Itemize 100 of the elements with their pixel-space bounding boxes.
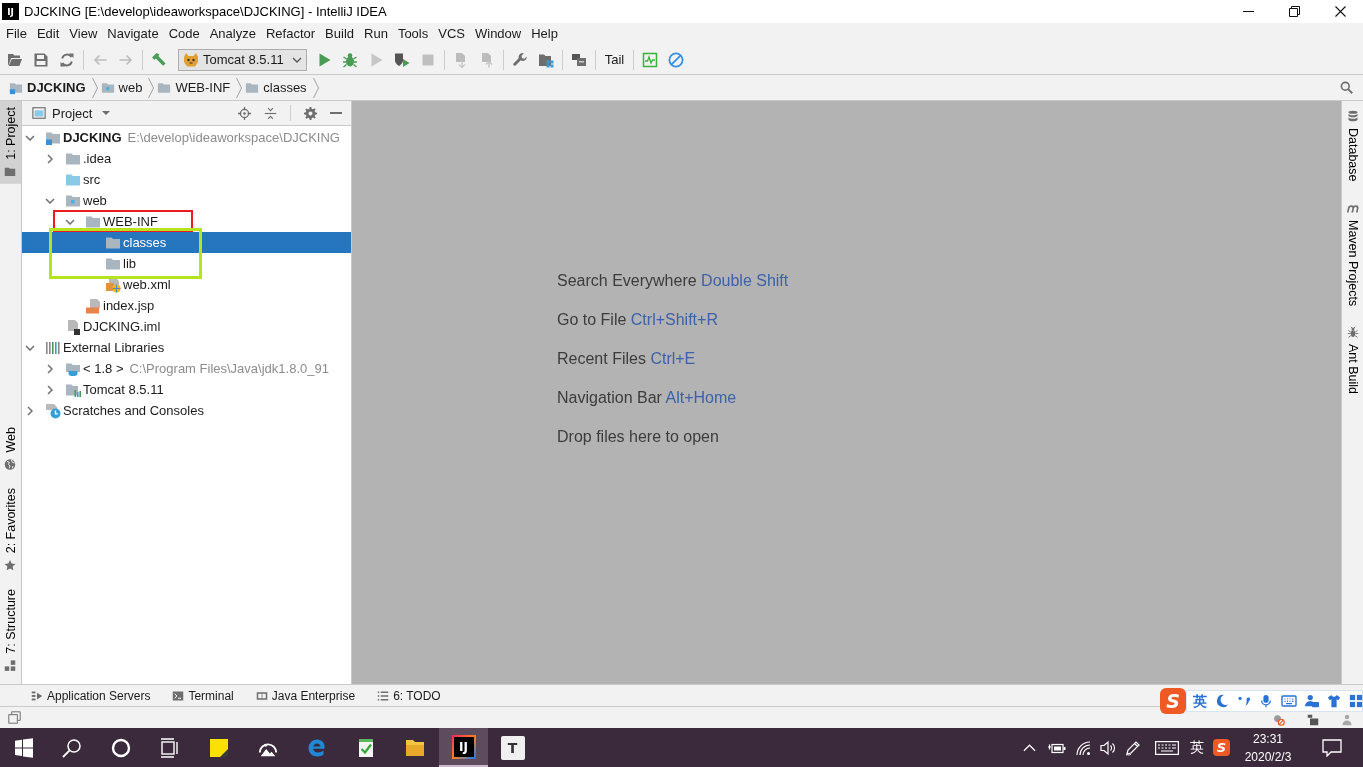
app-logo: IJ — [451, 734, 476, 759]
battery-icon[interactable] — [1048, 741, 1066, 754]
taskbar-app[interactable]: IJ — [439, 728, 488, 767]
tree-item[interactable]: classes — [22, 232, 351, 253]
chevron-right-icon — [236, 77, 243, 98]
menu-item[interactable]: Window — [469, 24, 527, 44]
hammer-icon — [151, 51, 167, 68]
minimize-icon — [1242, 11, 1254, 12]
jsp-file-icon — [85, 297, 101, 314]
folder-icon — [7, 51, 23, 68]
tool-window-tab[interactable]: 1: Project — [0, 101, 21, 184]
stacked-squares-icon[interactable] — [1307, 714, 1319, 726]
wifi-icon[interactable] — [1075, 739, 1091, 756]
pen-icon[interactable] — [1125, 739, 1141, 756]
tree-item[interactable]: src — [22, 169, 351, 190]
tool-window-tab[interactable]: Java Enterprise — [251, 686, 360, 705]
menu-item[interactable]: View — [64, 24, 103, 44]
taskbar-app[interactable]: T — [488, 728, 537, 767]
breadcrumb-item[interactable]: DJCKING — [9, 77, 98, 98]
microphone-icon[interactable] — [1259, 694, 1273, 708]
taskbar-clock[interactable]: 23:31 2020/2/3 — [1239, 729, 1297, 766]
menu-item[interactable]: Edit — [31, 24, 65, 44]
keyboard-icon[interactable] — [1155, 740, 1179, 755]
search-icon — [61, 737, 82, 758]
tree-item[interactable]: Tomcat 8.5.11 — [22, 379, 351, 400]
chevron-up-icon[interactable] — [1023, 743, 1036, 752]
tree-item[interactable]: index.jsp — [22, 295, 351, 316]
menu-item[interactable]: Tools — [392, 24, 434, 44]
two-panel-icon — [255, 689, 268, 702]
chevron-down-icon[interactable] — [45, 197, 55, 204]
chevron-right-icon[interactable] — [47, 363, 53, 374]
notification-icon[interactable] — [1322, 738, 1342, 757]
chevron-down-icon[interactable] — [25, 134, 35, 141]
menu-item[interactable]: Navigate — [102, 24, 164, 44]
menu-item[interactable]: Refactor — [260, 24, 321, 44]
no-sign-icon[interactable] — [1273, 714, 1285, 726]
tool-window-tab[interactable]: 7: Structure — [0, 583, 21, 678]
breadcrumb-item[interactable]: WEB-INF — [157, 77, 243, 98]
file-icon — [65, 318, 81, 335]
library-bars-icon — [45, 339, 61, 356]
list-icon — [377, 689, 390, 702]
editor-hint: Go to File Ctrl+Shift+R — [557, 310, 718, 330]
tool-window-tab[interactable]: Terminal — [168, 686, 238, 705]
speaker-icon[interactable] — [1100, 739, 1116, 756]
tree-item[interactable]: WEB-INF — [22, 211, 351, 232]
no-sign-icon — [668, 51, 685, 68]
tool-window-tab[interactable]: 2: Favorites — [0, 482, 21, 578]
collapse-all-icon[interactable] — [264, 106, 277, 120]
editor-hint: Recent Files Ctrl+E — [557, 349, 696, 369]
tree-item[interactable]: < 1.8 > C:\Program Files\Java\jdk1.8.0_91 — [22, 358, 351, 379]
chevron-down-icon — [291, 56, 302, 63]
tool-window-tab[interactable]: Database — [1342, 104, 1363, 188]
settings-icon[interactable] — [304, 106, 317, 120]
tool-window-tab[interactable]: Web — [0, 420, 21, 477]
person-icon[interactable] — [1305, 694, 1319, 708]
restore-icon — [1288, 6, 1300, 17]
menu-item[interactable]: Build — [320, 24, 359, 44]
menu-item[interactable]: Analyze — [204, 24, 261, 44]
xml-file-icon — [105, 276, 121, 293]
run-configuration-dropdown[interactable]: Tomcat 8.5.11 — [178, 48, 307, 71]
tool-window-tab[interactable]: 6: TODO — [373, 686, 445, 705]
tree-item[interactable]: DJCKING E:\develop\ideaworkspace\DJCKING — [22, 127, 351, 148]
chevron-down-icon[interactable] — [25, 344, 35, 351]
list-play-icon — [31, 689, 43, 702]
tree-item[interactable]: Scratches and Consoles — [22, 400, 351, 421]
menu-item[interactable]: File — [1, 24, 32, 44]
breadcrumb-item[interactable]: classes — [245, 77, 319, 98]
input-mode-indicator[interactable]: 英 — [1190, 738, 1204, 757]
moon-icon[interactable] — [1215, 694, 1229, 708]
menu-item[interactable]: Help — [526, 24, 563, 44]
tree-item[interactable]: web — [22, 190, 351, 211]
window-title: DJCKING [E:\develop\ideaworkspace\DJCKING] - IntelliJ IDEA — [24, 4, 387, 19]
tree-item[interactable]: External Libraries — [22, 337, 351, 358]
chevron-right-icon[interactable] — [47, 153, 53, 164]
input-mode-toggle[interactable]: 英 — [1193, 693, 1207, 709]
caret-down-icon — [102, 111, 111, 115]
editor-hint: Search Everywhere Double Shift — [557, 271, 789, 291]
tool-window-tab[interactable]: Ant Build — [1342, 319, 1363, 400]
tool-window-tab[interactable]: Maven Projects — [1342, 195, 1363, 312]
toolbar-text-button[interactable]: Tail — [598, 48, 631, 71]
tree-item[interactable]: DJCKING.iml — [22, 316, 351, 337]
view-dropdown[interactable]: Project — [32, 105, 111, 121]
search-icon[interactable] — [1340, 81, 1353, 94]
crosshair-icon[interactable] — [238, 106, 251, 120]
menu-item[interactable]: Code — [163, 24, 205, 44]
menu-item[interactable]: VCS — [433, 24, 470, 44]
tool-windows-icon[interactable] — [8, 711, 21, 724]
tree-item[interactable]: lib — [22, 253, 351, 274]
chevron-down-icon[interactable] — [65, 218, 75, 225]
tree-item[interactable]: .idea — [22, 148, 351, 169]
menu-item[interactable]: Run — [359, 24, 393, 44]
tree-item[interactable]: web.xml — [22, 274, 351, 295]
tool-window-tab[interactable]: Application Servers — [27, 686, 155, 705]
breadcrumb-item[interactable]: web — [100, 77, 155, 98]
grid-icon[interactable] — [1349, 694, 1363, 708]
chevron-right-icon[interactable] — [27, 405, 33, 416]
chevron-right-icon[interactable] — [47, 384, 53, 395]
shirt-icon[interactable] — [1327, 694, 1341, 708]
punctuation-icon[interactable] — [1237, 694, 1251, 708]
shield-play-icon — [393, 51, 410, 68]
